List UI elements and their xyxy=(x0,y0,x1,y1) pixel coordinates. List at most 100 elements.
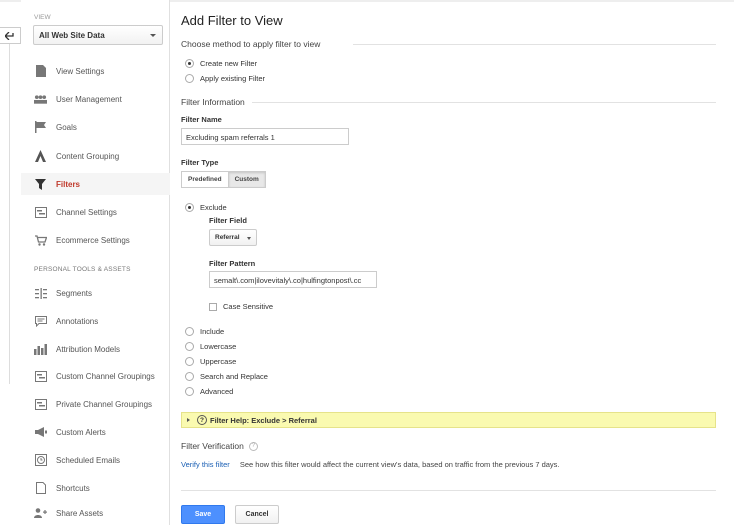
gutter-divider xyxy=(9,44,10,384)
filter-pattern-label: Filter Pattern xyxy=(209,259,256,268)
view-select-value: All Web Site Data xyxy=(39,31,105,40)
sidebar-item-ecommerce-settings[interactable]: Ecommerce Settings xyxy=(21,229,170,251)
sidebar-item-annotations[interactable]: Annotations xyxy=(21,310,170,332)
sidebar-item-shortcuts[interactable]: Shortcuts xyxy=(21,477,170,499)
flag-icon xyxy=(34,121,47,133)
radio-label: Exclude xyxy=(200,203,227,212)
page-icon xyxy=(34,482,47,494)
radio-label: Uppercase xyxy=(200,357,237,366)
radio-unselected-icon xyxy=(185,342,194,351)
sidebar-item-label: Custom Channel Groupings xyxy=(56,371,155,381)
funnel-icon xyxy=(34,178,47,190)
sidebar-item-content-grouping[interactable]: Content Grouping xyxy=(21,145,170,167)
page-title: Add Filter to View xyxy=(181,13,283,28)
sidebar-item-custom-channel-groupings[interactable]: Custom Channel Groupings xyxy=(21,365,170,387)
cancel-button[interactable]: Cancel xyxy=(235,505,279,524)
radio-unselected-icon xyxy=(185,357,194,366)
sidebar-item-label: Segments xyxy=(56,288,93,298)
radio-unselected-icon xyxy=(185,327,194,336)
checkbox-icon xyxy=(209,302,217,311)
sidebar-item-attribution-models[interactable]: Attribution Models xyxy=(21,338,170,360)
share-icon xyxy=(34,507,47,519)
filter-help-bar[interactable]: ? Filter Help: Exclude > Referral xyxy=(181,412,716,428)
sidebar-item-view-settings[interactable]: View Settings xyxy=(21,60,170,82)
radio-selected-icon xyxy=(185,59,194,68)
sidebar-item-label: Shortcuts xyxy=(56,483,90,493)
left-gutter xyxy=(0,0,21,525)
info-section-title: Filter Information xyxy=(181,97,245,107)
radio-include[interactable]: Include xyxy=(185,327,224,336)
filter-type-toggle: Predefined Custom xyxy=(181,171,266,188)
radio-unselected-icon xyxy=(185,372,194,381)
case-sensitive-checkbox[interactable]: Case Sensitive xyxy=(209,302,273,311)
view-label: VIEW xyxy=(34,14,51,21)
sidebar-item-label: Filters xyxy=(56,179,81,189)
radio-exclude[interactable]: Exclude xyxy=(185,203,227,212)
users-icon xyxy=(34,93,47,105)
bars-icon xyxy=(34,343,47,355)
filter-help-label: Filter Help: Exclude > Referral xyxy=(210,415,317,425)
radio-apply-existing-filter[interactable]: Apply existing Filter xyxy=(185,74,265,83)
help-icon[interactable]: ? xyxy=(248,441,258,451)
sidebar: VIEW All Web Site Data View Settings Use… xyxy=(21,0,170,525)
sidebar-item-goals[interactable]: Goals xyxy=(21,116,170,138)
sidebar-item-label: Attribution Models xyxy=(56,344,121,354)
radio-uppercase[interactable]: Uppercase xyxy=(185,357,236,366)
checkbox-label: Case Sensitive xyxy=(223,302,274,311)
sidebar-item-label: Private Channel Groupings xyxy=(56,399,153,409)
radio-label: Apply existing Filter xyxy=(200,74,266,83)
sidebar-item-label: User Management xyxy=(56,94,122,104)
radio-lowercase[interactable]: Lowercase xyxy=(185,342,236,351)
verification-title-text: Filter Verification xyxy=(181,441,244,451)
radio-label: Include xyxy=(200,327,225,336)
verify-filter-link[interactable]: Verify this filter xyxy=(181,460,230,469)
sidebar-item-share-assets[interactable]: Share Assets xyxy=(21,502,170,524)
divider xyxy=(181,490,716,491)
sidebar-item-label: Share Assets xyxy=(56,508,104,518)
sidebar-item-user-management[interactable]: User Management xyxy=(21,88,170,110)
cart-icon xyxy=(34,234,47,246)
chevron-down-icon xyxy=(247,237,251,240)
person-icon xyxy=(34,150,47,162)
sidebar-item-label: Custom Alerts xyxy=(56,427,106,437)
sidebar-item-custom-alerts[interactable]: Custom Alerts xyxy=(21,421,170,443)
clock-icon xyxy=(34,454,47,466)
verify-row: Verify this filter See how this filter w… xyxy=(181,460,560,469)
sidebar-item-scheduled-emails[interactable]: Scheduled Emails xyxy=(21,449,170,471)
filter-field-value: Referral xyxy=(215,234,240,241)
collapse-button[interactable] xyxy=(0,27,21,44)
sidebar-item-label: View Settings xyxy=(56,66,105,76)
sidebar-item-segments[interactable]: Segments xyxy=(21,282,170,304)
divider xyxy=(252,102,716,103)
sidebar-item-filters[interactable]: Filters xyxy=(21,173,170,195)
sidebar-item-label: Channel Settings xyxy=(56,207,117,217)
save-button[interactable]: Save xyxy=(181,505,225,524)
channel-icon xyxy=(34,398,47,410)
filter-pattern-input[interactable]: semalt\.com|ilovevitaly\.co|hulfingtonpo… xyxy=(209,271,377,288)
filter-name-input[interactable]: Excluding spam referrals 1 xyxy=(181,128,349,145)
tab-predefined[interactable]: Predefined xyxy=(181,171,229,188)
radio-label: Create new Filter xyxy=(200,59,258,68)
verification-section-title: Filter Verification ? xyxy=(181,441,258,451)
radio-advanced[interactable]: Advanced xyxy=(185,387,233,396)
tab-custom[interactable]: Custom xyxy=(228,171,266,188)
chevron-right-icon xyxy=(187,418,190,422)
view-select[interactable]: All Web Site Data xyxy=(33,25,163,45)
section-label-personal-tools: PERSONAL TOOLS & ASSETS xyxy=(34,266,131,273)
radio-label: Lowercase xyxy=(200,342,237,351)
sidebar-item-private-channel-groupings[interactable]: Private Channel Groupings xyxy=(21,393,170,415)
sidebar-item-channel-settings[interactable]: Channel Settings xyxy=(21,201,170,223)
radio-search-and-replace[interactable]: Search and Replace xyxy=(185,372,268,381)
annotation-icon xyxy=(34,315,47,327)
radio-selected-icon xyxy=(185,203,194,212)
radio-unselected-icon xyxy=(185,74,194,83)
method-section-title: Choose method to apply filter to view xyxy=(181,39,321,49)
megaphone-icon xyxy=(34,426,47,438)
sidebar-item-label: Scheduled Emails xyxy=(56,455,121,465)
sidebar-item-label: Annotations xyxy=(56,316,99,326)
radio-create-new-filter[interactable]: Create new Filter xyxy=(185,59,257,68)
channel-icon xyxy=(34,206,47,218)
sidebar-item-label: Goals xyxy=(56,122,77,132)
filter-field-dropdown[interactable]: Referral xyxy=(209,229,257,246)
radio-label: Advanced xyxy=(200,387,234,396)
